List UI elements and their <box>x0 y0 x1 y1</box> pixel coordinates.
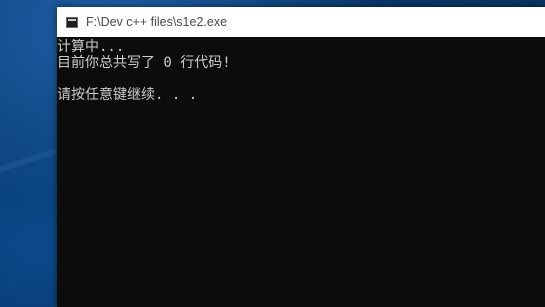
console-app-icon[interactable] <box>66 16 78 28</box>
title-bar[interactable]: F:\Dev c++ files\s1e2.exe <box>57 7 545 37</box>
console-window[interactable]: F:\Dev c++ files\s1e2.exe 计算中... 目前你总共写了… <box>57 7 545 307</box>
console-output[interactable]: 计算中... 目前你总共写了 0 行代码! 请按任意键继续. . . <box>57 37 545 307</box>
console-line-total: 目前你总共写了 0 行代码! <box>57 55 231 71</box>
window-title: F:\Dev c++ files\s1e2.exe <box>86 15 228 29</box>
console-line-computing: 计算中... <box>57 39 125 55</box>
console-line-press-any-key: 请按任意键继续. . . <box>57 87 198 103</box>
